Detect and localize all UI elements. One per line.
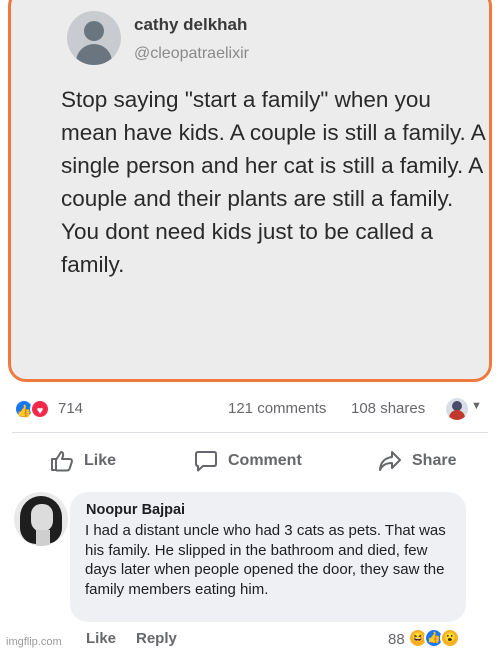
share-arrow-icon xyxy=(379,451,401,471)
thumbs-up-outline-icon xyxy=(51,451,73,472)
comment-button[interactable]: Comment xyxy=(194,448,302,474)
comment-reply-button[interactable]: Reply xyxy=(136,630,177,647)
reaction-icons[interactable]: 👍 ♥ xyxy=(14,399,56,419)
watermark: imgflip.com xyxy=(6,636,62,648)
share-label: Share xyxy=(412,452,457,469)
comments-count[interactable]: 121 comments xyxy=(228,400,326,417)
wow-emoji-icon: 😮 xyxy=(440,628,460,648)
share-button[interactable]: Share xyxy=(378,448,456,474)
tweet-screenshot: cathy delkhah @cleopatraelixir Stop sayi… xyxy=(0,0,500,388)
tweet-author-name: cathy delkhah xyxy=(134,15,248,34)
tweet-author-handle: @cleopatraelixir xyxy=(134,45,249,62)
tweet-card: cathy delkhah @cleopatraelixir Stop sayi… xyxy=(8,0,492,382)
comment-bubble: Noopur Bajpai I had a distant uncle who … xyxy=(70,492,466,622)
comment-like-button[interactable]: Like xyxy=(86,630,116,647)
tweet-text: Stop saying "start a family" when you me… xyxy=(61,87,485,277)
comment-text: I had a distant uncle who had 3 cats as … xyxy=(85,522,446,598)
post-actions: Like Comment Share xyxy=(0,440,500,480)
reactions-bar: 👍 ♥ 714 121 comments 108 shares ▼ xyxy=(0,396,500,424)
caret-down-icon[interactable]: ▼ xyxy=(471,400,482,412)
reaction-count[interactable]: 714 xyxy=(58,400,83,417)
shares-count[interactable]: 108 shares xyxy=(351,400,425,417)
viewer-avatar[interactable] xyxy=(446,398,468,420)
like-label: Like xyxy=(84,452,117,469)
divider xyxy=(12,432,488,433)
commenter-avatar[interactable] xyxy=(14,492,68,546)
like-button[interactable]: Like xyxy=(50,448,116,474)
default-avatar-icon xyxy=(67,11,121,65)
heart-icon: ♥ xyxy=(30,399,50,419)
comment-bubble-icon xyxy=(195,451,217,472)
comment-reaction-count[interactable]: 88 xyxy=(388,631,405,648)
comment-label: Comment xyxy=(228,452,302,469)
comment-author[interactable]: Noopur Bajpai xyxy=(86,502,185,518)
comment-footer: imgflip.com Like Reply 88 😆 👍 😮 xyxy=(0,626,500,652)
